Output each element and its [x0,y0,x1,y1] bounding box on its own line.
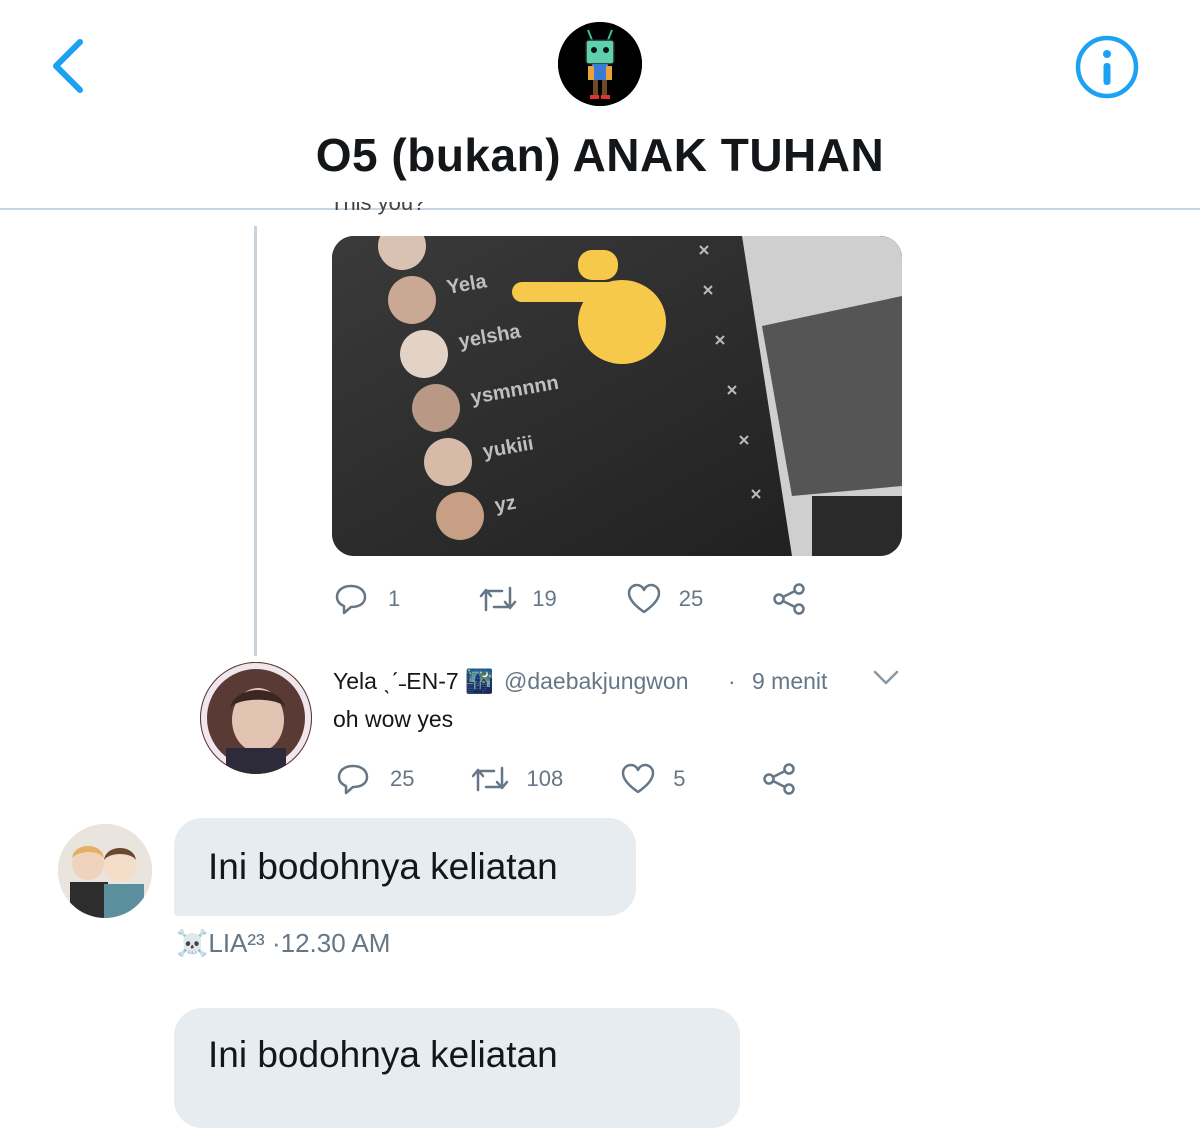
tweet-media-image[interactable]: Yela yelsha ysmnnnn yukiii yz [332,236,902,556]
reply-action[interactable]: 25 [336,763,414,795]
tweet-actions: 25 108 5 [336,762,797,796]
back-button[interactable] [40,30,100,100]
share-icon [763,763,796,795]
retweet-icon [472,766,509,792]
robot-avatar-image [558,22,642,106]
message-timestamp: ·12.30 AM [271,928,391,958]
retweet-count: 108 [526,766,564,791]
message-text: Ini bodohnya keliatan [208,1034,558,1075]
message-text: Ini bodohnya keliatan [208,846,558,887]
media-username: yz [493,492,518,517]
info-icon [1075,35,1139,99]
reply-icon [337,764,369,795]
retweet-action[interactable]: 19 [478,584,557,614]
reply-author-avatar[interactable] [200,662,312,774]
chevron-down-icon [873,670,899,685]
reply-timestamp: 9 menit [752,668,828,694]
reply-author-handle[interactable]: @daebakjungwon [504,668,688,695]
separator-dot: · [728,668,736,694]
info-button[interactable] [1072,32,1142,102]
conversation-header: O5 (bukan) ANAK TUHAN [0,0,1200,210]
sender-name: ☠️LIA²³ [176,928,265,958]
retweet-icon [480,586,517,612]
share-action[interactable] [771,582,807,616]
reply-tweet-text: oh wow yes [333,706,454,732]
avatar-photo [58,824,152,918]
like-action[interactable]: 5 [621,763,685,795]
avatar-photo [200,662,312,774]
sender-avatar[interactable] [58,824,152,918]
thread-connector-line [254,226,257,656]
group-avatar[interactable] [558,22,642,106]
retweet-count: 19 [532,586,557,611]
reply-action[interactable]: 1 [334,583,400,615]
tweet-options-button[interactable] [872,668,900,688]
reply-author-name[interactable]: Yela ˎˊ˗EN-7 🌃 [333,668,494,695]
reply-count: 1 [388,586,401,611]
chevron-left-icon [53,39,83,93]
like-action[interactable]: 25 [627,583,703,615]
share-icon [773,583,805,615]
screenshot-photo: Yela yelsha ysmnnnn yukiii yz [332,236,902,556]
heart-icon [621,763,655,794]
tweet-actions: 1 19 25 [334,582,807,616]
reply-icon [335,584,367,615]
like-count: 5 [673,766,686,791]
like-count: 25 [678,586,704,611]
conversation-title[interactable]: O5 (bukan) ANAK TUHAN [0,128,1200,182]
reply-count: 25 [390,766,415,791]
retweet-action[interactable]: 108 [470,764,563,794]
message-meta: ☠️LIA²³ ·12.30 AM [176,928,390,959]
share-action[interactable] [761,762,797,796]
heart-icon [627,583,660,614]
